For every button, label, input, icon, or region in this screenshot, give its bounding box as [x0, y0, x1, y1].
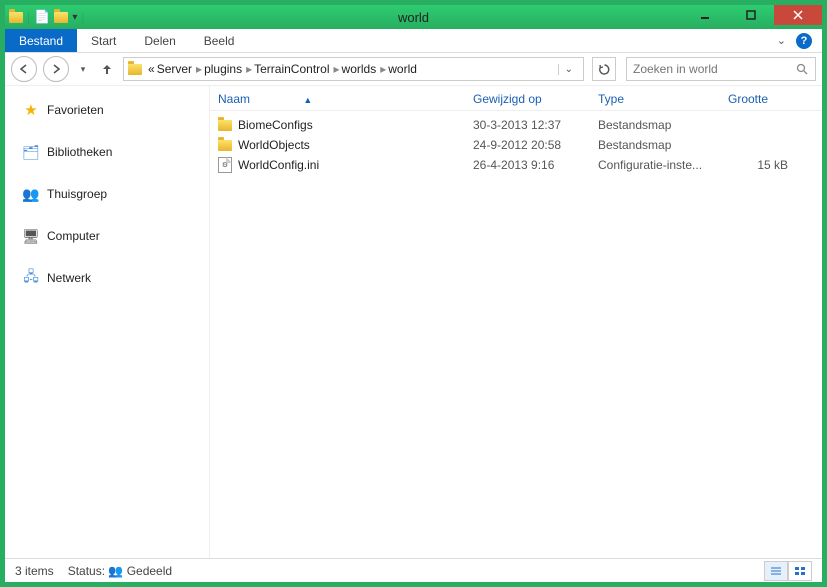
breadcrumb-item[interactable]: plugins▸ [204, 62, 252, 76]
refresh-button[interactable] [592, 57, 616, 81]
sidebar-item-computer[interactable]: 🖥 Computer [5, 222, 209, 250]
file-row[interactable]: WorldObjects 24-9-2012 20:58 Bestandsmap [218, 135, 814, 155]
folder-icon [218, 140, 232, 151]
ini-file-icon: ⚙ [218, 157, 232, 173]
help-icon[interactable]: ? [796, 33, 812, 49]
file-row[interactable]: ⚙WorldConfig.ini 26-4-2013 9:16 Configur… [218, 155, 814, 175]
breadcrumb-item[interactable]: Server▸ [157, 62, 202, 76]
qat-separator: | [27, 10, 30, 24]
search-icon [796, 63, 809, 76]
status-bar: 3 items Status: 👥 Gedeeld [5, 558, 822, 582]
maximize-button[interactable] [728, 5, 774, 25]
breadcrumb-dropdown[interactable]: ⌄ [558, 64, 579, 75]
sort-ascending-icon: ▲ [303, 95, 312, 105]
back-button[interactable] [11, 56, 37, 82]
quick-access-toolbar: | 📄 ▾ | [5, 9, 84, 25]
homegroup-icon: 👥 [23, 186, 39, 202]
minimize-icon [700, 10, 710, 20]
minimize-button[interactable] [682, 5, 728, 25]
chevron-right-icon[interactable]: ▸ [246, 62, 252, 76]
window-controls [682, 5, 822, 29]
breadcrumb-prefix[interactable]: « [148, 62, 155, 76]
close-icon [793, 10, 803, 20]
view-toggle [764, 561, 812, 581]
ribbon-tab-share[interactable]: Delen [130, 29, 189, 52]
chevron-right-icon[interactable]: ▸ [196, 62, 202, 76]
forward-button[interactable] [43, 56, 69, 82]
ribbon-tab-file[interactable]: Bestand [5, 29, 77, 52]
libraries-icon: 🗂 [23, 144, 39, 160]
ribbon-expand-icon[interactable]: ⌄ [777, 34, 786, 47]
item-count: 3 items [15, 564, 54, 578]
star-icon: ★ [23, 102, 39, 118]
new-folder-icon[interactable] [54, 12, 68, 23]
breadcrumb-item[interactable]: worlds▸ [342, 62, 387, 76]
back-arrow-icon [18, 63, 30, 75]
ribbon-tab-view[interactable]: Beeld [190, 29, 249, 52]
sidebar-item-favorites[interactable]: ★ Favorieten [5, 96, 209, 124]
up-arrow-icon [100, 62, 114, 76]
details-view-button[interactable] [764, 561, 788, 581]
breadcrumb-bar[interactable]: « Server▸ plugins▸ TerrainControl▸ world… [123, 57, 584, 81]
navigation-pane: ★ Favorieten 🗂 Bibliotheken 👥 Thuisgroep… [5, 86, 210, 558]
icons-view-icon [794, 566, 806, 576]
qat-dropdown-icon[interactable]: ▾ [72, 12, 77, 23]
breadcrumb-item[interactable]: world [388, 62, 417, 76]
file-row[interactable]: BiomeConfigs 30-3-2013 12:37 Bestandsmap [218, 115, 814, 135]
forward-arrow-icon [50, 63, 62, 75]
file-list-pane: Naam ▲ Gewijzigd op Type Grootte BiomeCo… [210, 86, 822, 558]
shared-icon: 👥 [108, 564, 123, 578]
explorer-body: ★ Favorieten 🗂 Bibliotheken 👥 Thuisgroep… [5, 85, 822, 558]
properties-icon[interactable]: 📄 [34, 9, 50, 25]
window-title: world [398, 10, 429, 25]
chevron-right-icon[interactable]: ▸ [334, 62, 340, 76]
close-button[interactable] [774, 5, 822, 25]
column-header-size[interactable]: Grootte [728, 92, 798, 106]
breadcrumb-item[interactable]: TerrainControl▸ [254, 62, 339, 76]
sidebar-item-libraries[interactable]: 🗂 Bibliotheken [5, 138, 209, 166]
refresh-icon [598, 63, 611, 76]
status-section: Status: 👥 Gedeeld [68, 564, 172, 578]
explorer-window: | 📄 ▾ | world Bestand Start Delen Beeld … [4, 4, 823, 583]
search-box[interactable] [626, 57, 816, 81]
location-folder-icon [128, 64, 142, 75]
ribbon-tabs: Bestand Start Delen Beeld ⌄ ? [5, 29, 822, 53]
app-icon [9, 12, 23, 23]
navigation-bar: ▾ « Server▸ plugins▸ TerrainControl▸ wor… [5, 53, 822, 85]
qat-separator: | [81, 10, 84, 24]
titlebar[interactable]: | 📄 ▾ | world [5, 5, 822, 29]
folder-icon [218, 120, 232, 131]
details-view-icon [770, 566, 782, 576]
sidebar-item-network[interactable]: 🖧 Netwerk [5, 264, 209, 292]
sidebar-item-homegroup[interactable]: 👥 Thuisgroep [5, 180, 209, 208]
ribbon-tab-start[interactable]: Start [77, 29, 130, 52]
up-button[interactable] [97, 56, 117, 82]
recent-locations-button[interactable]: ▾ [75, 56, 91, 82]
search-input[interactable] [633, 62, 796, 76]
column-header-name[interactable]: Naam ▲ [218, 92, 473, 106]
computer-icon: 🖥 [23, 228, 39, 244]
icons-view-button[interactable] [788, 561, 812, 581]
column-header-modified[interactable]: Gewijzigd op [473, 92, 598, 106]
maximize-icon [746, 10, 756, 20]
chevron-right-icon[interactable]: ▸ [380, 62, 386, 76]
column-headers: Naam ▲ Gewijzigd op Type Grootte [210, 86, 822, 111]
network-icon: 🖧 [23, 270, 39, 286]
file-rows: BiomeConfigs 30-3-2013 12:37 Bestandsmap… [210, 111, 822, 179]
column-header-type[interactable]: Type [598, 92, 728, 106]
ribbon-right: ⌄ ? [777, 29, 822, 52]
